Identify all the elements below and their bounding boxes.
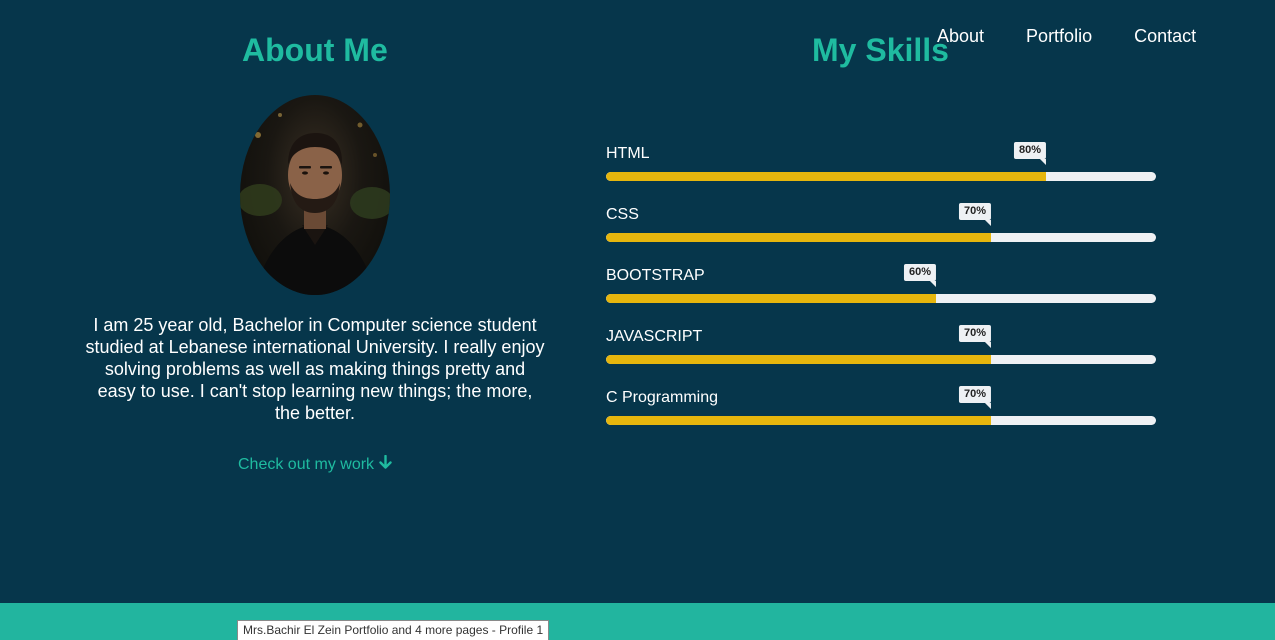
skills-title: My Skills [812, 32, 949, 68]
skill-name: BOOTSTRAP [606, 267, 705, 284]
tab-tooltip: Mrs.Bachir El Zein Portfolio and 4 more … [237, 620, 550, 640]
skill-progress-fill [606, 233, 991, 242]
skill-item: C Programming 70% [606, 386, 1156, 447]
check-out-work-link[interactable]: Check out my work [238, 454, 392, 475]
skill-name: CSS [606, 206, 639, 223]
footer-band [0, 603, 1275, 640]
skill-progress-track [606, 355, 1156, 364]
about-title: About Me [242, 32, 388, 68]
skill-name: C Programming [606, 389, 719, 406]
skill-percent-badge: 70% [958, 325, 992, 348]
skill-item: HTML 80% [606, 142, 1156, 203]
check-out-work-label: Check out my work [238, 456, 375, 473]
skill-item: JAVASCRIPT 70% [606, 325, 1156, 386]
skill-progress-fill [606, 294, 936, 303]
skill-name: JAVASCRIPT [606, 328, 703, 345]
skill-percent-badge: 70% [958, 386, 992, 409]
skills-list: HTML 80% CSS 70% BOOTSTRAP 60% JAVASCRIP… [606, 142, 1156, 447]
profile-photo [240, 95, 390, 295]
skill-progress-track [606, 172, 1156, 181]
skill-progress-fill [606, 416, 991, 425]
skill-progress-track [606, 416, 1156, 425]
bio-text: I am 25 year old, Bachelor in Computer s… [85, 315, 545, 423]
top-nav: About Portfolio Contact [937, 26, 1196, 46]
skill-percent-badge: 70% [958, 203, 992, 226]
nav-link-portfolio[interactable]: Portfolio [1026, 26, 1092, 46]
skill-item: CSS 70% [606, 203, 1156, 264]
skill-name: HTML [606, 145, 650, 162]
skill-progress-track [606, 233, 1156, 242]
skill-progress-track [606, 294, 1156, 303]
page: About Portfolio Contact About Me My Skil… [0, 0, 1275, 640]
skill-progress-fill [606, 172, 1046, 181]
arrow-down-icon [379, 454, 392, 475]
skill-item: BOOTSTRAP 60% [606, 264, 1156, 325]
skill-percent-badge: 60% [903, 264, 937, 287]
skill-progress-fill [606, 355, 991, 364]
skill-percent-badge: 80% [1013, 142, 1047, 165]
nav-link-contact[interactable]: Contact [1134, 26, 1196, 46]
